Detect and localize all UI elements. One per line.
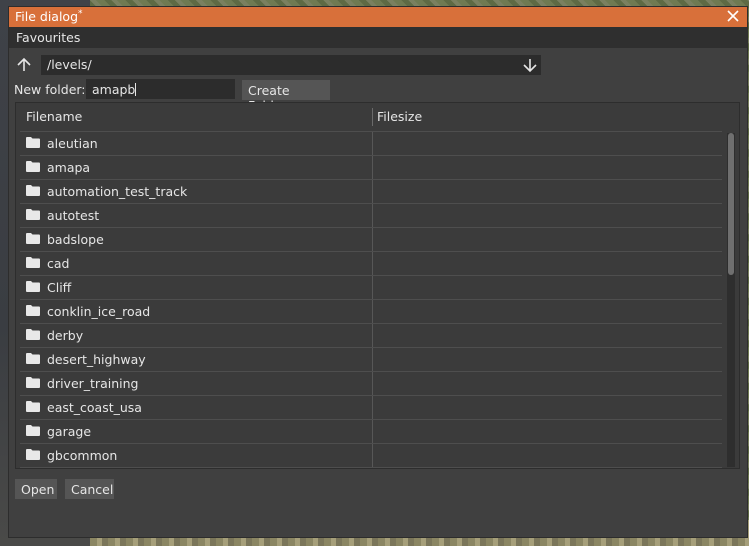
- row-column-divider: [372, 396, 373, 419]
- row-column-divider: [372, 468, 373, 469]
- table-row[interactable]: cad: [20, 251, 722, 275]
- row-column-divider: [372, 204, 373, 227]
- folder-icon: [26, 160, 40, 172]
- filename: Cliff: [47, 280, 72, 295]
- row-column-divider: [372, 300, 373, 323]
- folder-icon: [26, 400, 40, 412]
- filename: amapa: [47, 160, 91, 175]
- filename: derby: [47, 328, 84, 343]
- filename: desert_highway: [47, 352, 146, 367]
- scrollbar-thumb[interactable]: [728, 133, 734, 275]
- table-row[interactable]: conklin_ice_road: [20, 299, 722, 323]
- filename: aleutian: [47, 136, 98, 151]
- row-column-divider: [372, 420, 373, 443]
- new-folder-value: amapb: [92, 82, 136, 97]
- folder-icon: [26, 136, 40, 148]
- row-column-divider: [372, 372, 373, 395]
- table-row[interactable]: autotest: [20, 203, 722, 227]
- folder-icon: [26, 328, 40, 340]
- folder-icon: [26, 424, 40, 436]
- menu-favourites[interactable]: Favourites: [16, 30, 80, 45]
- cancel-button[interactable]: Cancel: [65, 479, 114, 499]
- file-rows: aleutian amapa automation_test_trackautote…: [20, 131, 722, 469]
- menu-bar: Favourites: [9, 27, 747, 48]
- column-header-filesize[interactable]: Filesize: [377, 109, 422, 124]
- file-table: Filename Filesize aleutian amapa automatio…: [15, 102, 740, 469]
- new-folder-input[interactable]: amapb: [86, 79, 235, 99]
- filename: conklin_ice_road: [47, 304, 151, 319]
- row-column-divider: [372, 276, 373, 299]
- table-row[interactable]: gisland: [20, 467, 722, 469]
- dialog-titlebar[interactable]: File dialog*: [9, 7, 747, 27]
- row-column-divider: [372, 180, 373, 203]
- column-divider[interactable]: [372, 108, 373, 126]
- path-input[interactable]: /levels/: [41, 55, 541, 75]
- filename: autotest: [47, 208, 100, 223]
- arrow-up-icon[interactable]: [15, 56, 33, 74]
- row-column-divider: [372, 444, 373, 467]
- table-row[interactable]: automation_test_track: [20, 179, 722, 203]
- table-row[interactable]: derby: [20, 323, 722, 347]
- open-button[interactable]: Open: [15, 479, 57, 499]
- column-header-filename[interactable]: Filename: [26, 109, 82, 124]
- row-column-divider: [372, 252, 373, 275]
- close-icon[interactable]: [725, 8, 741, 24]
- table-row[interactable]: gbcommon: [20, 443, 722, 467]
- folder-icon: [26, 352, 40, 364]
- filename: gbcommon: [47, 448, 118, 463]
- row-column-divider: [372, 156, 373, 179]
- folder-icon: [26, 256, 40, 268]
- folder-icon: [26, 232, 40, 244]
- table-row[interactable]: driver_training: [20, 371, 722, 395]
- folder-icon: [26, 448, 40, 460]
- row-column-divider: [372, 132, 373, 155]
- modified-marker: *: [78, 9, 83, 19]
- table-row[interactable]: east_coast_usa: [20, 395, 722, 419]
- create-folder-button[interactable]: Create Folder: [242, 80, 330, 113]
- file-dialog: File dialog* Favourites /levels/ New fol…: [8, 6, 748, 538]
- row-column-divider: [372, 324, 373, 347]
- table-row[interactable]: amapa: [20, 155, 722, 179]
- filename: driver_training: [47, 376, 139, 391]
- table-row[interactable]: aleutian: [20, 131, 722, 155]
- row-column-divider: [372, 348, 373, 371]
- table-row[interactable]: badslope: [20, 227, 722, 251]
- folder-icon: [26, 304, 40, 316]
- folder-icon: [26, 280, 40, 292]
- folder-icon: [26, 376, 40, 388]
- filename: badslope: [47, 232, 104, 247]
- arrow-down-icon[interactable]: [521, 56, 539, 74]
- filename: automation_test_track: [47, 184, 188, 199]
- new-folder-label: New folder:: [14, 82, 86, 97]
- folder-icon: [26, 208, 40, 220]
- filename: garage: [47, 424, 92, 439]
- filename: cad: [47, 256, 70, 271]
- dialog-title: File dialog*: [15, 9, 83, 25]
- folder-icon: [26, 184, 40, 196]
- scrollbar[interactable]: [727, 133, 735, 467]
- row-column-divider: [372, 228, 373, 251]
- text-caret: [135, 83, 137, 96]
- filename: east_coast_usa: [47, 400, 142, 415]
- table-row[interactable]: Cliff: [20, 275, 722, 299]
- table-row[interactable]: desert_highway: [20, 347, 722, 371]
- table-row[interactable]: garage: [20, 419, 722, 443]
